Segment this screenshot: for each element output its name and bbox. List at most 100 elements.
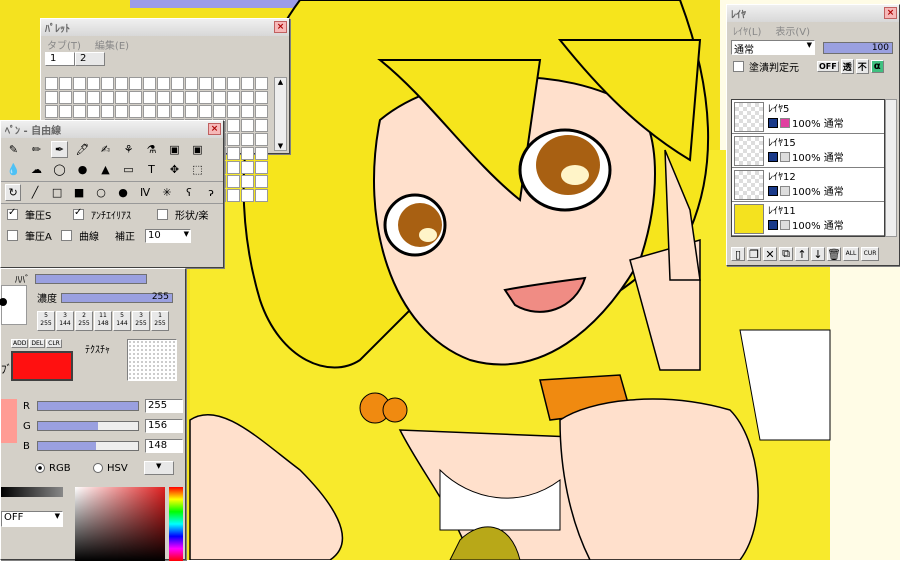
palette-swatch[interactable]	[199, 77, 212, 90]
palette-swatch[interactable]	[87, 77, 100, 90]
palette-swatch[interactable]	[227, 147, 240, 160]
palette-swatch[interactable]	[115, 77, 128, 90]
palette-swatch[interactable]	[171, 77, 184, 90]
filled-ellipse-icon[interactable]: ●	[115, 184, 131, 201]
brush-preset[interactable]: 1 255	[151, 311, 169, 331]
lasso-tool-icon[interactable]: ⬚	[189, 161, 206, 178]
palette-swatch[interactable]	[157, 91, 170, 104]
palette-swatch[interactable]	[143, 105, 156, 118]
mode-trans-button[interactable]: 透	[840, 59, 854, 74]
mode-off-button[interactable]: OFF	[817, 61, 839, 72]
palette-swatch[interactable]	[227, 175, 240, 188]
layer-trash-icon[interactable]: 🗑	[827, 247, 841, 261]
palette-swatch[interactable]	[185, 91, 198, 104]
palette-swatch[interactable]	[115, 105, 128, 118]
water-tool-icon[interactable]: 💧	[5, 161, 22, 178]
palette-swatch[interactable]	[59, 105, 72, 118]
r-slider[interactable]	[37, 401, 139, 411]
move-down-icon[interactable]: ↓	[811, 247, 825, 261]
texture-preview[interactable]	[127, 339, 177, 381]
ellipse-shape-icon[interactable]: ○	[93, 184, 109, 201]
stroke-shape-icon[interactable]: ɂ	[203, 184, 219, 201]
palette-swatch[interactable]	[241, 91, 254, 104]
palette-swatch[interactable]	[157, 77, 170, 90]
b-slider[interactable]	[37, 441, 139, 451]
blend-mode-select[interactable]: 通常 ▼	[731, 40, 815, 56]
fill-ref-checkbox[interactable]	[733, 61, 744, 72]
layer-row[interactable]: ﾚｲﾔ12 100% 通常	[732, 168, 884, 202]
r-input[interactable]: 255	[145, 399, 183, 413]
palette-swatch[interactable]	[129, 77, 142, 90]
palette-swatch[interactable]	[199, 105, 212, 118]
hsv-radio[interactable]	[93, 463, 103, 473]
all-button[interactable]: ALL	[843, 247, 859, 261]
b-input[interactable]: 148	[145, 439, 183, 453]
palette-swatch[interactable]	[241, 189, 254, 202]
palette-swatch[interactable]	[45, 91, 58, 104]
palette-swatch[interactable]	[255, 119, 268, 132]
filter-tool-icon[interactable]: ⚗	[143, 141, 160, 158]
palette-swatch[interactable]	[227, 105, 240, 118]
palette-swatch[interactable]	[255, 189, 268, 202]
airbrush-tool-icon[interactable]: ⚘	[120, 141, 137, 158]
scroll-up-icon[interactable]: ▲	[275, 78, 286, 86]
palette-swatch[interactable]	[255, 105, 268, 118]
brush-preset[interactable]: 3 255	[132, 311, 150, 331]
palette-swatch[interactable]	[185, 105, 198, 118]
brush-tool-icon[interactable]: ✍	[97, 141, 114, 158]
brush-preset[interactable]: 11 148	[94, 311, 112, 331]
gray-bar[interactable]	[1, 487, 63, 497]
fill-tool-icon[interactable]: ▲	[97, 161, 114, 178]
palette-swatch[interactable]	[101, 77, 114, 90]
palette-swatch[interactable]	[73, 105, 86, 118]
blur-tool-icon[interactable]: ☁	[28, 161, 45, 178]
palette-swatch[interactable]	[59, 91, 72, 104]
palette-swatch[interactable]	[73, 77, 86, 90]
pen-tool-icon[interactable]: ✎	[5, 141, 22, 158]
cur-button[interactable]: CUR	[861, 247, 879, 261]
palette-swatch[interactable]	[241, 77, 254, 90]
palette-swatch[interactable]	[45, 77, 58, 90]
new-layer-icon[interactable]: ▯	[731, 247, 745, 261]
palette-swatch[interactable]	[255, 133, 268, 146]
palette-swatch[interactable]	[171, 105, 184, 118]
palette-swatch[interactable]	[255, 91, 268, 104]
palette-close-button[interactable]: ×	[274, 21, 287, 33]
palette-swatch[interactable]	[241, 119, 254, 132]
palette-swatch[interactable]	[241, 105, 254, 118]
brush-preset[interactable]: 3 144	[56, 311, 74, 331]
freehand-shape-icon[interactable]: ↻	[5, 184, 22, 201]
pressure-a-checkbox[interactable]	[7, 230, 18, 241]
current-color-swatch[interactable]	[11, 351, 73, 381]
opacity-slider[interactable]: 100	[823, 41, 893, 54]
palette-swatch[interactable]	[227, 77, 240, 90]
dodge-tool-icon[interactable]: ◯	[51, 161, 68, 178]
layer-row[interactable]: ﾚｲﾔ5 100% 通常	[732, 100, 884, 134]
palette-swatch[interactable]	[241, 133, 254, 146]
pen-close-button[interactable]: ×	[208, 123, 221, 135]
clr-color-button[interactable]: CLR	[46, 339, 62, 348]
palette-tab-1[interactable]: 1	[45, 52, 75, 66]
density-slider[interactable]: 255	[61, 292, 173, 303]
visibility-icon[interactable]	[768, 151, 778, 162]
antialias-checkbox[interactable]	[73, 207, 84, 220]
palette-swatch[interactable]	[241, 161, 254, 174]
hue-slider[interactable]	[169, 487, 183, 561]
layer-row[interactable]: ﾚｲﾔ15 100% 通常	[732, 134, 884, 168]
palette-swatch[interactable]	[73, 91, 86, 104]
active-pen-tool-icon[interactable]: ✒	[51, 141, 68, 158]
lock-icon[interactable]	[780, 117, 790, 128]
lock-icon[interactable]	[780, 151, 790, 162]
radial-shape-icon[interactable]: ✳	[159, 184, 175, 201]
visibility-icon[interactable]	[768, 117, 778, 128]
rgb-radio[interactable]	[35, 463, 45, 473]
palette-swatch[interactable]	[241, 147, 254, 160]
palette-swatch[interactable]	[255, 77, 268, 90]
layer-menu-view[interactable]: 表示(V)	[775, 23, 810, 38]
brush-preset[interactable]: 5 144	[113, 311, 131, 331]
layer-scrollbar[interactable]	[885, 99, 897, 237]
brush-preset[interactable]: 5 255	[37, 311, 55, 331]
palette-swatch[interactable]	[213, 105, 226, 118]
pen-titlebar[interactable]: ﾍﾟﾝ - 自由線 ×	[1, 121, 223, 138]
palette-swatch[interactable]	[185, 77, 198, 90]
